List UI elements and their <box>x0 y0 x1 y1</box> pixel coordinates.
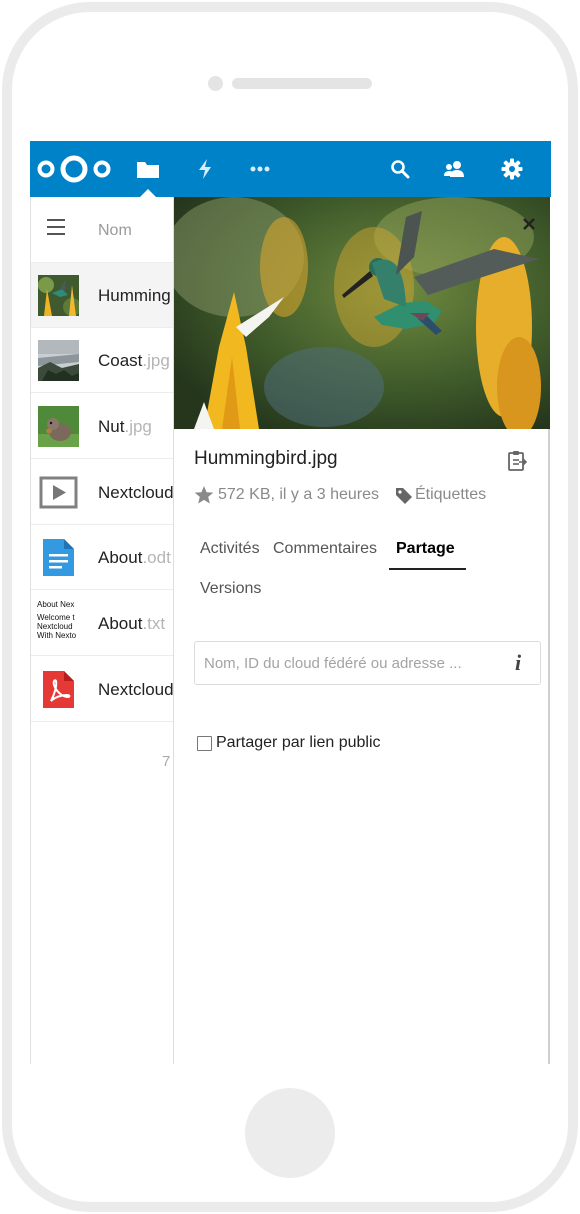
app-header <box>30 141 551 197</box>
preview-line: Welcome t <box>37 613 75 622</box>
info-icon[interactable]: i <box>515 650 521 676</box>
file-row[interactable]: Nut.jpg <box>31 394 174 459</box>
video-icon <box>38 472 79 513</box>
tag-icon[interactable] <box>395 486 413 504</box>
file-name: Nut.jpg <box>98 417 152 436</box>
text-preview: About Nex Welcome t Nextcloud With Nexto <box>37 600 79 646</box>
nextcloud-logo-icon[interactable] <box>34 141 114 197</box>
star-icon[interactable] <box>194 485 214 505</box>
file-name: About.txt <box>98 614 166 633</box>
active-tab-underline <box>389 568 466 570</box>
close-icon[interactable] <box>520 215 538 233</box>
details-sidebar: Hummingbird.jpg 572 KB, il y a 3 heures … <box>173 197 550 1064</box>
file-size-date: 572 KB, il y a 3 heures <box>218 486 379 503</box>
app-screen: Nom Humming Coast.jpg Nut.jpg Nextcloud … <box>30 141 551 1064</box>
file-count: 7 <box>162 753 171 770</box>
pdf-icon <box>38 669 79 710</box>
file-row[interactable]: About Nex Welcome t Nextcloud With Nexto… <box>31 591 174 656</box>
file-row[interactable]: Humming <box>31 263 174 328</box>
tab-activites[interactable]: Activités <box>200 540 260 558</box>
active-nav-indicator <box>140 189 156 197</box>
sidebar-filename: Hummingbird.jpg <box>194 448 338 469</box>
coast-thumbnail <box>38 340 79 381</box>
squirrel-thumbnail <box>38 406 79 447</box>
file-name: Coast.jpg <box>98 351 170 370</box>
preview-line: Nextcloud <box>37 622 73 631</box>
tab-versions[interactable]: Versions <box>200 580 261 598</box>
home-button[interactable] <box>245 1088 335 1178</box>
more-icon[interactable] <box>240 141 280 197</box>
tab-partage[interactable]: Partage <box>396 540 455 558</box>
public-link-label[interactable]: Partager par lien public <box>216 734 381 752</box>
document-icon <box>38 537 79 578</box>
file-row[interactable]: Nextcloud <box>31 657 174 722</box>
file-meta: 572 KB, il y a 3 heures Étiquettes <box>194 484 486 506</box>
column-header-name[interactable]: Nom <box>98 222 132 240</box>
gear-icon[interactable] <box>492 141 532 197</box>
contacts-icon[interactable] <box>434 141 474 197</box>
speaker-grille <box>232 78 372 89</box>
front-camera <box>208 76 223 91</box>
public-link-option[interactable]: Partager par lien public <box>197 734 381 752</box>
file-name: Nextcloud <box>98 680 174 699</box>
file-name: Humming <box>98 286 171 305</box>
image-preview <box>174 197 550 429</box>
file-list: Nom Humming Coast.jpg Nut.jpg Nextcloud … <box>30 197 174 1064</box>
tab-commentaires[interactable]: Commentaires <box>273 540 377 558</box>
lightning-icon[interactable] <box>185 141 225 197</box>
public-link-checkbox[interactable] <box>197 735 212 751</box>
preview-line: With Nexto <box>37 631 77 640</box>
hamburger-icon[interactable] <box>47 219 65 240</box>
file-list-header: Nom <box>31 197 174 263</box>
tags-label[interactable]: Étiquettes <box>415 486 486 504</box>
hummingbird-thumbnail <box>38 275 79 316</box>
clipboard-icon[interactable] <box>507 450 528 472</box>
preview-line: About Nex <box>37 600 75 609</box>
file-name: Nextcloud <box>98 483 174 502</box>
file-row[interactable]: Coast.jpg <box>31 328 174 393</box>
file-name: About.odt <box>98 548 171 567</box>
file-row[interactable]: Nextcloud <box>31 460 174 525</box>
search-icon[interactable] <box>380 141 420 197</box>
file-row[interactable]: About.odt <box>31 525 174 590</box>
share-with-input[interactable] <box>194 641 541 685</box>
